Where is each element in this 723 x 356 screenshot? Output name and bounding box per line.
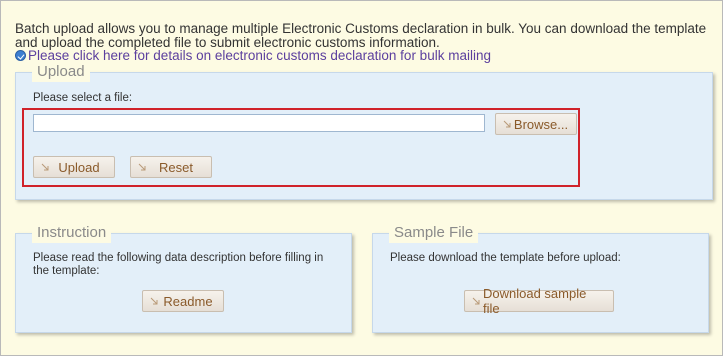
readme-button[interactable]: Readme xyxy=(142,290,224,312)
download-sample-button[interactable]: Download sample file xyxy=(464,286,614,316)
download-sample-label: Download sample file xyxy=(483,286,587,316)
intro-text: Batch upload allows you to manage multip… xyxy=(15,21,707,50)
sample-file-text: Please download the template before uplo… xyxy=(390,252,621,264)
readme-label: Readme xyxy=(163,293,213,309)
link-text: Please click here for details on electro… xyxy=(28,48,491,63)
sample-file-legend: Sample File xyxy=(389,223,479,243)
upload-label: Upload xyxy=(58,159,100,175)
arrow-down-right-icon xyxy=(41,163,49,171)
reset-label: Reset xyxy=(159,159,193,175)
instruction-legend: Instruction xyxy=(32,223,112,243)
browse-label: Browse... xyxy=(513,116,569,132)
arrow-down-right-icon xyxy=(138,163,146,171)
arrow-down-right-icon xyxy=(150,297,158,305)
instruction-text: Please read the following data descripti… xyxy=(33,252,324,277)
sample-file-panel: Sample File Please download the template… xyxy=(372,223,709,333)
upload-panel: Upload Please select a file: xyxy=(15,62,713,200)
upload-button[interactable]: Upload xyxy=(33,156,115,178)
instruction-panel: Instruction Please read the following da… xyxy=(15,223,352,333)
file-path-input[interactable] xyxy=(33,114,485,132)
arrow-down-right-icon xyxy=(472,297,480,305)
bulk-mailing-details-link[interactable]: Please click here for details on electro… xyxy=(15,48,491,63)
select-file-label: Please select a file: xyxy=(33,92,133,104)
info-badge-icon xyxy=(15,50,26,61)
browse-button[interactable]: Browse... xyxy=(495,113,577,135)
arrow-down-right-icon xyxy=(503,120,511,128)
upload-legend: Upload xyxy=(32,62,90,82)
reset-button[interactable]: Reset xyxy=(130,156,212,178)
